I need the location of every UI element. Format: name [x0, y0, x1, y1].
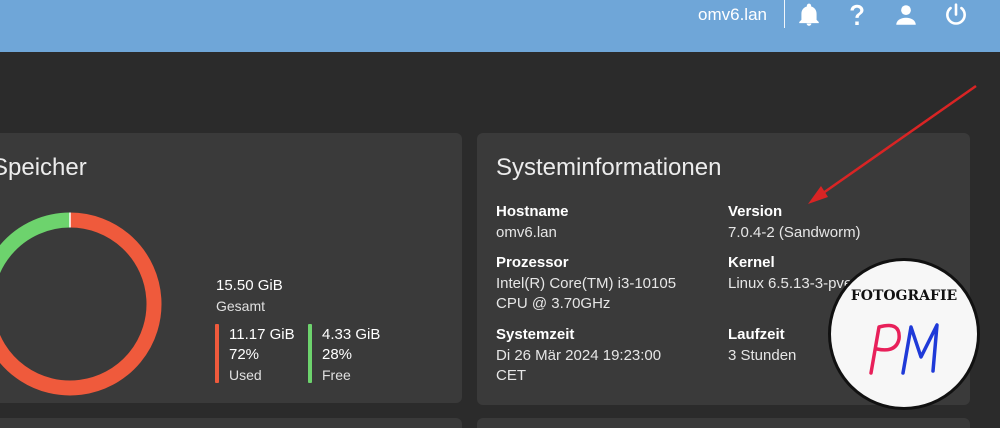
version-label: Version	[728, 203, 783, 220]
annotation-arrow	[808, 84, 977, 204]
uptime-label: Laufzeit	[728, 326, 785, 343]
free-value: 4.33 GiB	[322, 326, 381, 343]
kernel-label: Kernel	[728, 254, 775, 271]
storage-total-label: Gesamt	[216, 298, 266, 314]
hostname-value: omv6.lan	[496, 224, 557, 241]
toolbar-divider	[784, 0, 785, 28]
uptime-value: 3 Stunden	[728, 347, 797, 364]
storage-title: Speicher	[0, 154, 87, 181]
donut-hole	[0, 228, 146, 380]
storage-donut-chart	[0, 212, 162, 396]
used-indicator-bar	[215, 324, 219, 383]
storage-card: Speicher 15.50 GiB Gesamt 11.17 GiB 72% …	[0, 133, 462, 403]
free-indicator-bar	[308, 324, 312, 383]
sysinfo-title: Systeminformationen	[496, 154, 722, 181]
processor-value-line1: Intel(R) Core(TM) i3-10105	[496, 275, 677, 292]
processor-label: Prozessor	[496, 254, 569, 271]
storage-total-value: 15.50 GiB	[216, 277, 283, 294]
used-percent: 72%	[229, 346, 260, 363]
free-percent: 28%	[322, 346, 353, 363]
free-label: Free	[322, 367, 351, 383]
systemtime-value-line1: Di 26 Mär 2024 19:23:00	[496, 347, 662, 364]
hostname-label: Hostname	[496, 203, 569, 220]
used-label: Used	[229, 367, 262, 383]
top-bar: omv6.lan	[0, 0, 1000, 52]
used-value: 11.17 GiB	[229, 326, 295, 343]
user-icon[interactable]	[893, 2, 919, 28]
processor-value-line2: CPU @ 3.70GHz	[496, 295, 611, 312]
lower-card-right	[477, 418, 970, 428]
power-icon[interactable]	[943, 2, 969, 28]
help-icon[interactable]	[844, 2, 870, 28]
hostname-label: omv6.lan	[698, 5, 767, 24]
watermark-stamp: FOTOGRAFIE	[828, 258, 980, 410]
watermark-initials-logo	[869, 323, 939, 375]
version-value: 7.0.4-2 (Sandworm)	[728, 224, 861, 241]
watermark-text: FOTOGRAFIE	[850, 288, 958, 304]
systemtime-label: Systemzeit	[496, 326, 575, 343]
lower-card-left	[0, 418, 462, 428]
systemtime-value-line2: CET	[496, 367, 526, 384]
bell-icon[interactable]	[796, 2, 822, 28]
